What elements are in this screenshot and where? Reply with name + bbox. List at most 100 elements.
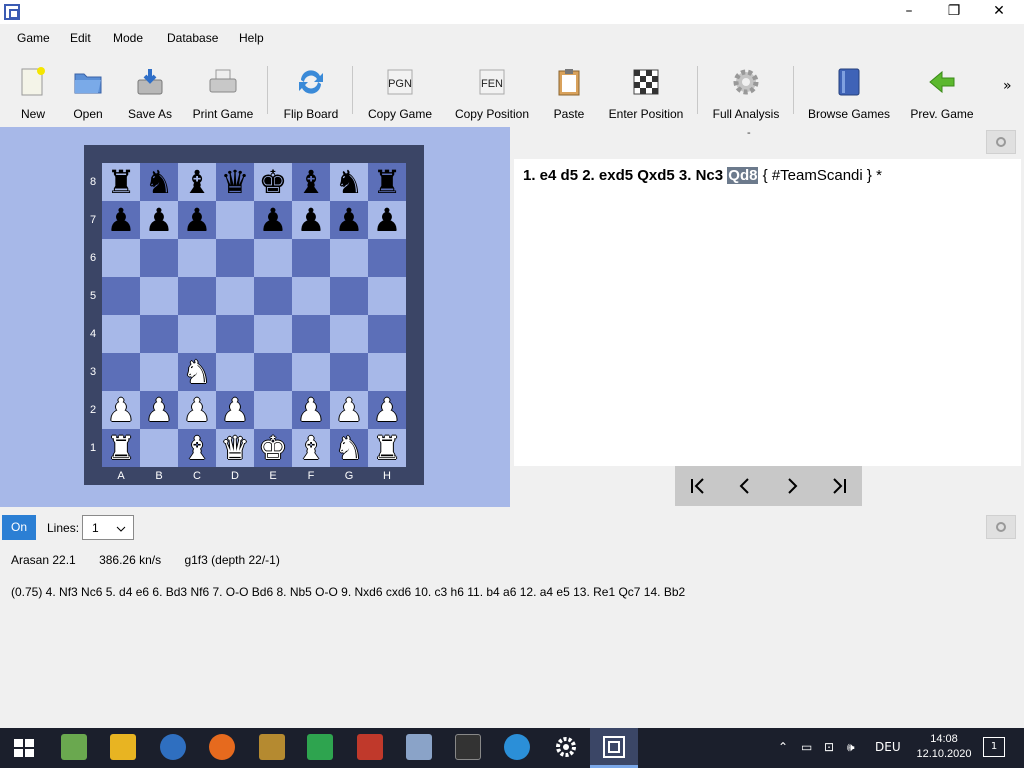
black-pawn-icon[interactable]: ♟ (259, 201, 288, 239)
board-square-g5[interactable] (330, 277, 368, 315)
chess-board[interactable]: ♜ ♞ ♝ ♛ ♚ ♝ ♞ ♜ ♟ ♟ ♟ ♟ ♟ ♟ ♟ ♞ ♟ ♟ ♟ ♟ ♟ ♟ ♟ ♜ ♝ ♛ ♚ ♝ ♞ ♜ (102, 163, 406, 467)
menu-mode[interactable]: Mode (113, 31, 143, 45)
analysis-zoom-button[interactable] (986, 515, 1016, 539)
board-square-b6[interactable] (140, 239, 178, 277)
board-square-a6[interactable] (102, 239, 140, 277)
settings-gear-icon[interactable] (553, 734, 579, 760)
board-square-a3[interactable] (102, 353, 140, 391)
black-rook-icon[interactable]: ♜ (107, 163, 136, 201)
board-square-h1[interactable]: ♜ (368, 429, 406, 467)
first-move-button[interactable] (675, 466, 721, 506)
white-bishop-icon[interactable]: ♝ (183, 429, 212, 467)
minimize-button[interactable]: – (886, 0, 932, 24)
board-square-f8[interactable]: ♝ (292, 163, 330, 201)
white-pawn-icon[interactable]: ♟ (373, 391, 402, 429)
white-pawn-icon[interactable]: ♟ (107, 391, 136, 429)
board-square-h3[interactable] (368, 353, 406, 391)
black-king-icon[interactable]: ♚ (259, 163, 288, 201)
board-square-b5[interactable] (140, 277, 178, 315)
keyboard-icon[interactable]: ▭ (801, 740, 812, 754)
black-pawn-icon[interactable]: ♟ (373, 201, 402, 239)
board-square-d6[interactable] (216, 239, 254, 277)
black-pawn-icon[interactable]: ♟ (145, 201, 174, 239)
board-square-g2[interactable]: ♟ (330, 391, 368, 429)
last-move-button[interactable] (816, 466, 862, 506)
notification-center-icon[interactable]: 1 (983, 737, 1005, 757)
board-square-e4[interactable] (254, 315, 292, 353)
board-square-e7[interactable]: ♟ (254, 201, 292, 239)
board-square-c7[interactable]: ♟ (178, 201, 216, 239)
notation-text-area[interactable]: 1. e4 d5 2. exd5 Qxd5 3. Nc3 Qd8 { #Team… (514, 159, 1021, 466)
windows-start-icon[interactable] (12, 736, 36, 760)
toolbar-overflow-button[interactable]: » (1003, 78, 1012, 94)
language-indicator[interactable]: DEU (875, 740, 901, 754)
board-square-h8[interactable]: ♜ (368, 163, 406, 201)
principal-variation[interactable]: (0.75) 4. Nf3 Nc6 5. d4 e6 6. Bd3 Nf6 7.… (11, 585, 685, 599)
black-pawn-icon[interactable]: ♟ (183, 201, 212, 239)
board-square-g3[interactable] (330, 353, 368, 391)
board-square-a4[interactable] (102, 315, 140, 353)
firefox-icon[interactable] (209, 734, 235, 760)
volume-icon[interactable]: 🕪 (847, 740, 855, 755)
board-square-c2[interactable]: ♟ (178, 391, 216, 429)
board-square-g4[interactable] (330, 315, 368, 353)
notation-zoom-button[interactable] (986, 130, 1016, 154)
board-square-f1[interactable]: ♝ (292, 429, 330, 467)
board-square-f6[interactable] (292, 239, 330, 277)
board-square-e8[interactable]: ♚ (254, 163, 292, 201)
menu-edit[interactable]: Edit (70, 31, 91, 45)
board-square-b8[interactable]: ♞ (140, 163, 178, 201)
analysis-toggle-button[interactable]: On (2, 515, 36, 540)
board-square-g8[interactable]: ♞ (330, 163, 368, 201)
board-square-e6[interactable] (254, 239, 292, 277)
board-square-c4[interactable] (178, 315, 216, 353)
board-square-a2[interactable]: ♟ (102, 391, 140, 429)
board-square-a5[interactable] (102, 277, 140, 315)
board-square-a8[interactable]: ♜ (102, 163, 140, 201)
white-pawn-icon[interactable]: ♟ (297, 391, 326, 429)
intellij-icon[interactable] (357, 734, 383, 760)
white-pawn-icon[interactable]: ♟ (335, 391, 364, 429)
dosbox-icon[interactable] (259, 734, 285, 760)
black-knight-icon[interactable]: ♞ (335, 163, 364, 201)
menu-help[interactable]: Help (239, 31, 264, 45)
board-square-d8[interactable]: ♛ (216, 163, 254, 201)
board-square-h5[interactable] (368, 277, 406, 315)
board-square-f2[interactable]: ♟ (292, 391, 330, 429)
board-square-g6[interactable] (330, 239, 368, 277)
close-button[interactable]: ✕ (976, 0, 1022, 24)
white-pawn-icon[interactable]: ♟ (145, 391, 174, 429)
white-queen-icon[interactable]: ♛ (221, 429, 250, 467)
board-square-b1[interactable] (140, 429, 178, 467)
board-square-f5[interactable] (292, 277, 330, 315)
board-square-b2[interactable]: ♟ (140, 391, 178, 429)
board-square-a1[interactable]: ♜ (102, 429, 140, 467)
black-bishop-icon[interactable]: ♝ (183, 163, 212, 201)
next-move-button[interactable] (769, 466, 815, 506)
white-bishop-icon[interactable]: ♝ (297, 429, 326, 467)
board-square-c5[interactable] (178, 277, 216, 315)
black-knight-icon[interactable]: ♞ (145, 163, 174, 201)
board-square-d4[interactable] (216, 315, 254, 353)
board-square-d1[interactable]: ♛ (216, 429, 254, 467)
board-square-e1[interactable]: ♚ (254, 429, 292, 467)
menu-game[interactable]: Game (17, 31, 50, 45)
qc-app-icon[interactable] (307, 734, 333, 760)
file-explorer-icon[interactable] (110, 734, 136, 760)
board-square-h6[interactable] (368, 239, 406, 277)
board-square-e2[interactable] (254, 391, 292, 429)
black-pawn-icon[interactable]: ♟ (107, 201, 136, 239)
board-square-d3[interactable] (216, 353, 254, 391)
board-square-c6[interactable] (178, 239, 216, 277)
board-square-f4[interactable] (292, 315, 330, 353)
white-pawn-icon[interactable]: ♟ (221, 391, 250, 429)
move-list[interactable]: 1. e4 d5 2. exd5 Qxd5 3. Nc3 (523, 167, 723, 184)
board-square-c8[interactable]: ♝ (178, 163, 216, 201)
board-square-e5[interactable] (254, 277, 292, 315)
board-square-h7[interactable]: ♟ (368, 201, 406, 239)
active-app-tab[interactable] (590, 728, 638, 768)
current-move[interactable]: Qd8 (727, 167, 759, 184)
board-square-f7[interactable]: ♟ (292, 201, 330, 239)
board-square-d2[interactable]: ♟ (216, 391, 254, 429)
black-pawn-icon[interactable]: ♟ (335, 201, 364, 239)
